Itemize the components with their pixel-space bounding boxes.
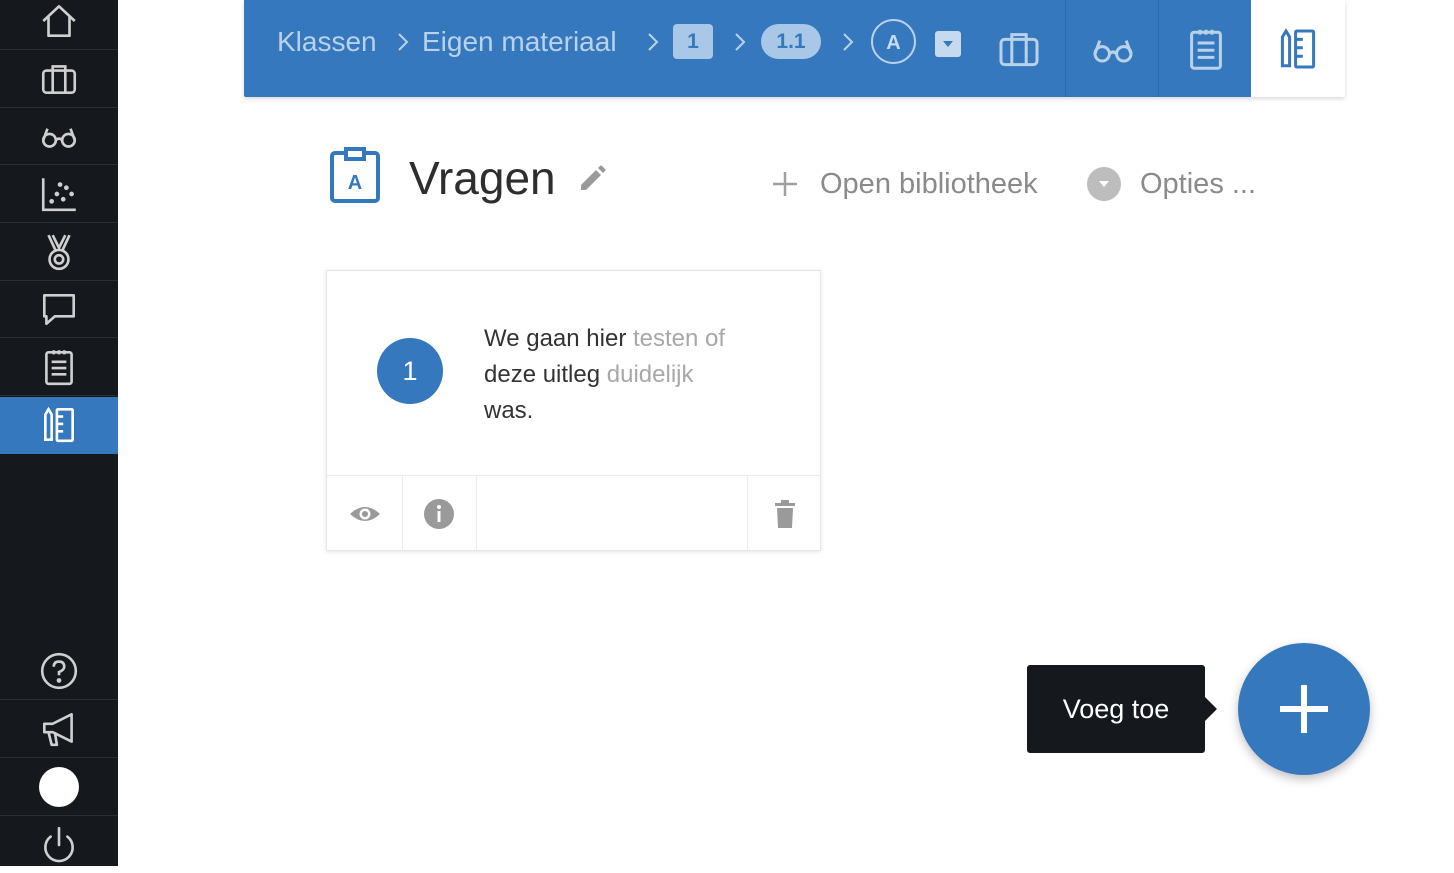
question-number-badge[interactable]: 1 [377,338,443,404]
toolbar-classes-button[interactable] [972,0,1065,97]
question-text-part: deze uitleg [484,361,607,388]
breadcrumb-chip-version[interactable]: A [871,19,916,64]
question-text-part: testen of [632,325,726,352]
pencil-edit-icon[interactable] [576,162,608,194]
trash-icon [774,500,795,528]
sidebar-item-announcements[interactable] [0,701,118,758]
sidebar [0,0,118,866]
glasses-icon [1093,39,1132,62]
clipboard-list-icon [45,350,73,386]
question-text-part: duidelijk [606,361,694,388]
pencil-ruler-icon [1280,27,1316,68]
open-library-label: Open bibliotheek [820,167,1038,200]
question-text-part: We gaan [484,325,587,352]
briefcase-icon [41,65,77,94]
breadcrumb-classes[interactable]: Klassen [277,24,377,60]
help-icon [40,652,78,690]
chevron-right-icon [398,33,409,51]
toolbar-review-button[interactable] [1065,0,1159,97]
page-title: Vragen [409,152,556,204]
add-button[interactable] [1238,643,1370,775]
version-dropdown-button[interactable] [935,31,961,57]
toolbar-tests-button[interactable] [1158,0,1252,97]
medal-icon [47,234,71,271]
clipboard-list-icon [1189,29,1222,70]
glasses-icon [41,128,77,148]
plus-icon [773,172,797,196]
home-icon [42,4,76,38]
sidebar-item-tests[interactable] [0,339,118,396]
sidebar-item-stats[interactable] [0,166,118,223]
chevron-right-icon [648,33,659,51]
sidebar-item-logout[interactable] [0,816,118,873]
card-actions [327,475,820,552]
plus-icon [1280,685,1328,733]
sidebar-item-review[interactable] [0,108,118,165]
clipboard-a-icon: A [330,147,380,203]
chevron-right-icon [843,33,854,51]
eye-icon [349,507,380,521]
sidebar-item-messages[interactable] [0,281,118,338]
question-text-part: was. [484,397,534,424]
chevron-down-icon [1087,167,1121,201]
question-text: We gaan hier testen of deze uitleg duidel… [484,321,784,429]
add-tooltip: Voeg toe [1027,665,1217,753]
info-button[interactable] [402,476,477,552]
chevron-right-icon [735,33,746,51]
breadcrumb-chip-section[interactable]: 1.1 [761,24,821,59]
breadcrumb-own-material[interactable]: Eigen materiaal [422,24,617,60]
megaphone-icon [42,712,73,747]
question-text-part: hier [586,325,633,352]
preview-button[interactable] [327,476,403,552]
sidebar-item-profile[interactable] [0,759,118,816]
avatar [39,767,79,807]
question-card[interactable]: 1 We gaan hier testen of deze uitleg duid… [326,270,821,552]
options-label: Opties ... [1140,167,1257,200]
sidebar-item-home[interactable] [0,0,118,50]
open-library-button[interactable]: Open bibliotheek [770,164,1038,204]
caret-down-icon [943,41,953,47]
sidebar-item-material[interactable] [0,397,118,454]
power-icon [44,826,74,862]
chat-bubble-icon [42,294,76,326]
sidebar-item-classes[interactable] [0,51,118,108]
breadcrumb-chip-chapter[interactable]: 1 [673,24,713,59]
toolbar-material-button[interactable] [1251,0,1345,97]
info-icon [424,499,454,529]
options-menu-button[interactable]: Opties ... [1087,164,1256,204]
sidebar-item-awards[interactable] [0,224,118,281]
sidebar-item-help[interactable] [0,643,118,700]
svg-text:A: A [348,172,362,194]
pencil-ruler-icon [44,406,74,443]
delete-button[interactable] [747,476,821,552]
top-navigation-bar: Klassen Eigen materiaal 1 1.1 A [244,0,1345,97]
scatter-chart-icon [41,178,76,212]
briefcase-icon [999,32,1038,66]
